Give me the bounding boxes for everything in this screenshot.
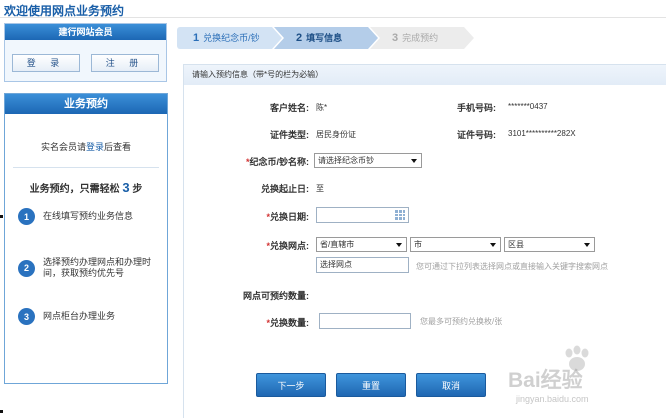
id-number-label: 证件号码: — [457, 130, 496, 140]
exchange-quantity-label-text: 兑换数量: — [270, 318, 309, 328]
branch-hint: 您可通过下拉列表选择网点或直接输入关键字搜索网点 — [416, 262, 608, 271]
register-button[interactable]: 注 册 — [91, 54, 159, 72]
exchange-date-input[interactable] — [316, 207, 409, 223]
phone-value: *******0437 — [508, 102, 548, 111]
district-select[interactable]: 区县 — [504, 237, 595, 252]
member-box-title: 建行网站会员 — [5, 24, 166, 40]
side-step-text: 网点柜台办理业务 — [43, 311, 116, 321]
steps-count: 3 — [122, 180, 130, 195]
province-select-value: 省/直辖市 — [320, 240, 355, 249]
progress-step-3: 3 完成预约 — [370, 27, 474, 49]
watermark-url: jingyan.baidu.com — [516, 394, 589, 404]
province-select[interactable]: 省/直辖市 — [316, 237, 407, 252]
exchange-date-label-text: 兑换日期: — [270, 212, 309, 222]
coin-name-label: *纪念币/钞名称: — [246, 155, 309, 168]
side-step-3: 3 网点柜台办理业务 — [18, 308, 153, 325]
progress-step-2-current: 2 填写信息 — [274, 27, 378, 49]
progress-step-number: 1 — [193, 32, 200, 44]
customer-name-value: 陈* — [316, 103, 328, 112]
branch-capacity-label: 网点可预约数量: — [243, 291, 309, 301]
appointment-panel-title: 业务预约 — [5, 94, 167, 114]
chevron-down-icon — [584, 243, 590, 247]
branch-search-input[interactable]: 选择网点 — [316, 257, 409, 273]
step-number-badge: 1 — [18, 208, 35, 225]
chevron-down-icon — [411, 159, 417, 163]
login-tip-suffix: 后查看 — [104, 142, 132, 152]
panel-divider — [13, 167, 159, 168]
login-button[interactable]: 登 录 — [12, 54, 80, 72]
progress-step-label: 完成预约 — [402, 33, 439, 43]
exchange-branch-label-text: 兑换网点: — [270, 241, 309, 251]
district-select-value: 区县 — [508, 240, 524, 249]
member-box: 建行网站会员 登 录 注 册 — [4, 23, 167, 82]
progress-step-1: 1 兑换纪念币/钞 — [177, 27, 282, 49]
calendar-icon[interactable] — [395, 210, 405, 220]
login-tip-prefix: 实名会员请 — [40, 142, 86, 152]
reset-button[interactable]: 重置 — [336, 373, 406, 397]
watermark-text: Bai经验 — [508, 369, 583, 392]
exchange-period-value: 至 — [316, 184, 324, 193]
progress-step-label: 填写信息 — [306, 33, 343, 43]
coin-select[interactable]: 请选择纪念币钞 — [314, 153, 422, 168]
edge-marker — [0, 410, 3, 413]
exchange-date-label: *兑换日期: — [266, 210, 309, 223]
side-step-text: 在线填写预约业务信息 — [43, 211, 134, 221]
next-button[interactable]: 下一步 — [256, 373, 326, 397]
progress-step-number: 3 — [392, 32, 399, 44]
id-type-value: 居民身份证 — [316, 130, 356, 139]
step-number-badge: 2 — [18, 259, 35, 277]
city-select[interactable]: 市 — [410, 237, 501, 252]
exchange-branch-label: *兑换网点: — [266, 239, 309, 252]
exchange-period-label: 兑换起止日: — [261, 184, 309, 194]
step-number-badge: 3 — [18, 308, 35, 325]
form-header: 请输入预约信息（带*号的栏为必输） — [184, 65, 666, 85]
id-number-value: 3101**********282X — [508, 129, 576, 138]
progress-step-number: 2 — [296, 32, 303, 44]
progress-step-label: 兑换纪念币/钞 — [203, 33, 260, 43]
edge-marker — [0, 215, 3, 218]
city-select-value: 市 — [414, 240, 422, 249]
login-link[interactable]: 登录 — [86, 142, 104, 152]
steps-title-suffix: 步 — [132, 184, 143, 195]
chevron-down-icon — [490, 243, 496, 247]
customer-name-label: 客户姓名: — [270, 103, 309, 113]
steps-title-prefix: 业务预约，只需轻松 — [29, 184, 120, 195]
quantity-hint: 您最多可预约兑换枚/张 — [420, 317, 503, 326]
cancel-button[interactable]: 取消 — [416, 373, 486, 397]
steps-title: 业务预约，只需轻松 3 步 — [5, 180, 167, 195]
chevron-down-icon — [396, 243, 402, 247]
coin-name-label-text: 纪念币/钞名称: — [249, 157, 310, 167]
exchange-quantity-label: *兑换数量: — [266, 316, 309, 329]
id-type-label: 证件类型: — [270, 130, 309, 140]
side-step-1: 1 在线填写预约业务信息 — [18, 208, 153, 225]
side-step-text: 选择预约办理网点和办理时间，获取预约优先号 — [43, 257, 152, 278]
appointment-panel: 业务预约 实名会员请登录后查看 业务预约，只需轻松 3 步 1 在线填写预约业务… — [4, 93, 168, 384]
side-step-2: 2 选择预约办理网点和办理时间，获取预约优先号 — [18, 257, 153, 279]
watermark: Bai经验 jingyan.baidu.com — [508, 344, 658, 414]
exchange-quantity-input[interactable] — [319, 313, 411, 329]
login-tip: 实名会员请登录后查看 — [5, 140, 167, 153]
phone-label: 手机号码: — [457, 103, 496, 113]
header-divider — [0, 17, 666, 18]
coin-select-value: 请选择纪念币钞 — [318, 156, 374, 165]
